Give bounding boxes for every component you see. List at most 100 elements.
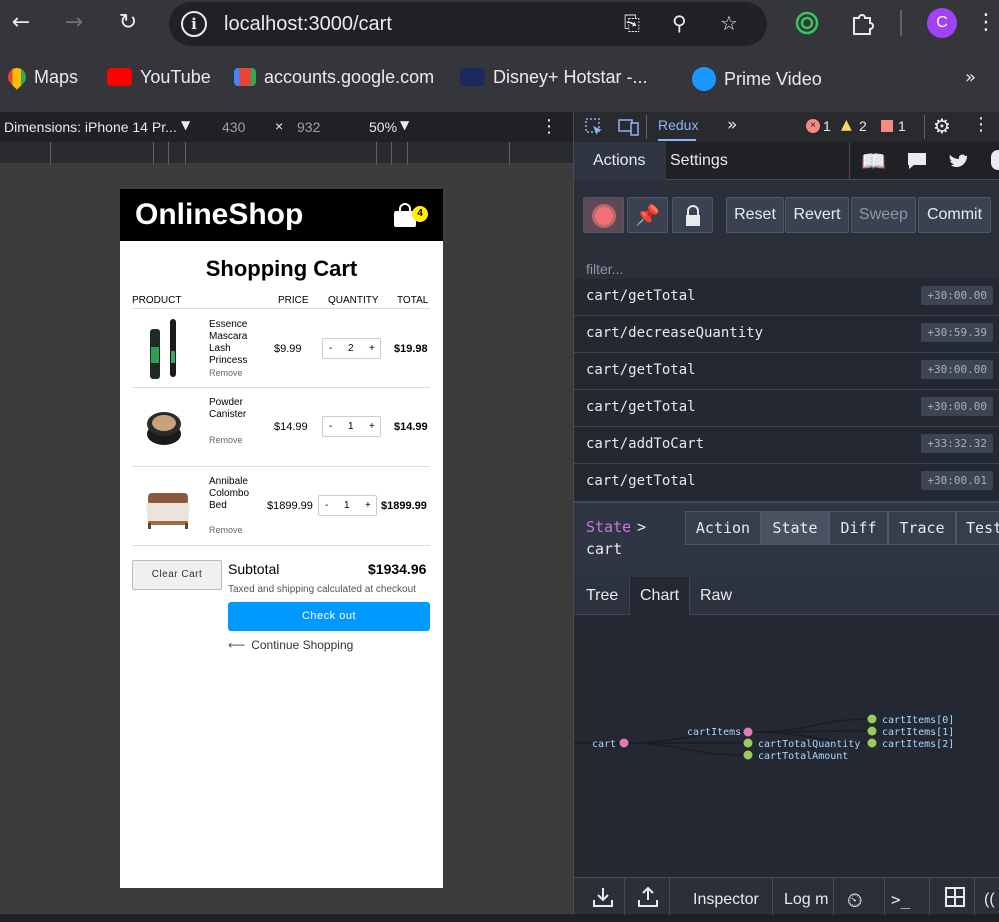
revert-button[interactable]: Revert [785,197,849,233]
reload-icon[interactable]: ↻ [114,9,142,37]
error-icon[interactable]: × [806,119,820,133]
action-item[interactable]: cart/decreaseQuantity +30:59.39 [574,316,999,353]
record-button[interactable] [583,197,624,233]
tab-state[interactable]: State [761,511,829,545]
settings-gear-icon[interactable]: ⚙ [933,114,951,138]
menu-dots-icon[interactable]: ⋮ [975,9,997,37]
remove-link[interactable]: Remove [209,368,243,378]
tab-chart[interactable]: Chart [629,577,691,615]
shop-logo[interactable]: OnlineShop [135,198,303,232]
decrease-button[interactable]: - [329,421,332,432]
node-cart[interactable] [618,737,630,749]
state-path-root[interactable]: State [586,518,631,536]
item-name[interactable]: Annibale Colombo Bed [209,476,257,512]
twitter-icon[interactable] [948,152,970,170]
forward-icon[interactable]: → [60,9,88,37]
url-text[interactable]: localhost:3000/cart [224,13,392,36]
remove-link[interactable]: Remove [209,435,243,445]
install-app-icon[interactable]: ⎘ [624,11,640,35]
profile-avatar[interactable]: C [927,8,957,38]
commit-button[interactable]: Commit [918,197,991,233]
node-cartitems-0[interactable] [866,713,878,725]
device-select[interactable]: Dimensions: iPhone 14 Pr... [4,119,177,135]
increase-button[interactable]: + [369,421,375,432]
item-name[interactable]: Essence Mascara Lash Princess [209,319,257,367]
pin-icon[interactable]: 📌 [627,197,668,233]
slider-timer-icon[interactable]: ⏲ [847,878,863,915]
device-options-icon[interactable]: ⋮ [540,116,558,137]
decrease-button[interactable]: - [329,343,332,354]
issue-icon[interactable] [881,120,893,132]
increase-button[interactable]: + [365,500,371,511]
item-name[interactable]: Powder Canister [209,397,257,421]
sweep-button[interactable]: Sweep [851,197,916,233]
remote-icon[interactable]: (( [984,878,995,915]
clear-cart-button[interactable]: Clear Cart [132,560,222,590]
tab-actions[interactable]: Actions [593,152,645,170]
bookmark-google-accounts[interactable]: accounts.google.com [234,67,434,88]
increase-button[interactable]: + [369,343,375,354]
device-width-input[interactable]: 430 [222,119,245,135]
bookmark-youtube[interactable]: YouTube [107,67,211,88]
back-icon[interactable]: ← [7,9,35,37]
node-cartitems-1[interactable] [866,725,878,737]
site-info-icon[interactable]: i [181,11,207,37]
action-item[interactable]: cart/getTotal +30:00.00 [574,353,999,390]
zoom-dropdown-icon[interactable]: ▼ [400,118,409,132]
device-dropdown-icon[interactable]: ▼ [181,118,190,132]
device-mode-icon[interactable] [618,117,640,137]
bookmark-prime-video[interactable]: Prime Video [692,67,822,91]
bookmark-hotstar[interactable]: Disney+ Hotstar -... [460,67,648,88]
node-carttotalamount[interactable] [742,749,754,761]
node-cartitems[interactable] [742,726,754,738]
column-header-price: PRICE [278,295,309,306]
tab-settings[interactable]: Settings [670,152,728,170]
tab-redux[interactable]: Redux [658,117,698,133]
extensions-puzzle-icon[interactable] [849,10,875,36]
action-item[interactable]: cart/getTotal +30:00.00 [574,279,999,316]
book-icon[interactable]: 📖 [861,149,886,173]
more-bookmarks-icon[interactable]: » [965,67,976,88]
reset-button[interactable]: Reset [726,197,784,233]
node-carttotalquantity[interactable] [742,737,754,749]
action-item[interactable]: cart/addToCart +33:32.32 [574,427,999,464]
checkout-button[interactable]: Check out [228,602,430,631]
zoom-icon[interactable]: ⚲ [672,11,687,35]
device-height-input[interactable]: 932 [297,119,320,135]
dispatcher-icon[interactable]: >_ [891,878,910,915]
action-time: +30:00.00 [921,397,993,416]
github-icon[interactable] [991,150,999,170]
tab-trace[interactable]: Trace [888,511,956,545]
tab-diff[interactable]: Diff [829,511,888,545]
address-bar[interactable]: i localhost:3000/cart ⎘ ⚲ ☆ [169,2,767,46]
devtools-tabbar: Redux » × 1 ▲ 2 1 ⚙ ⋮ [573,112,999,142]
state-path-node[interactable]: cart [586,540,622,558]
extension-target-icon[interactable] [795,11,819,35]
export-icon[interactable] [637,886,659,908]
action-time: +33:32.32 [921,434,993,453]
tab-test[interactable]: Test [956,511,999,545]
inspect-element-icon[interactable] [584,117,604,137]
devtools-menu-icon[interactable]: ⋮ [972,114,990,135]
decrease-button[interactable]: - [325,500,328,511]
chat-icon[interactable] [906,151,928,171]
bookmark-label: accounts.google.com [264,67,435,87]
warning-icon[interactable]: ▲ [841,117,852,133]
bookmark-maps[interactable]: Maps [4,64,78,90]
tab-tree[interactable]: Tree [576,577,628,615]
import-icon[interactable] [592,886,614,908]
tab-raw[interactable]: Raw [690,577,742,615]
tab-action[interactable]: Action [685,511,761,545]
remove-link[interactable]: Remove [209,525,243,535]
node-cartitems-2[interactable] [866,737,878,749]
inspector-monitor-button[interactable]: Inspector [693,878,759,915]
continue-shopping-link[interactable]: ⟵ Continue Shopping [228,638,353,652]
bookmark-star-icon[interactable]: ☆ [720,11,738,35]
more-tabs-icon[interactable]: » [727,115,737,135]
action-item[interactable]: cart/getTotal +30:00.00 [574,390,999,427]
zoom-select[interactable]: 50% [369,119,397,135]
lock-icon[interactable] [672,197,713,233]
layout-grid-icon[interactable] [945,887,965,907]
log-monitor-button[interactable]: Log m [784,878,828,915]
action-item[interactable]: cart/getTotal +30:00.01 [574,464,999,502]
